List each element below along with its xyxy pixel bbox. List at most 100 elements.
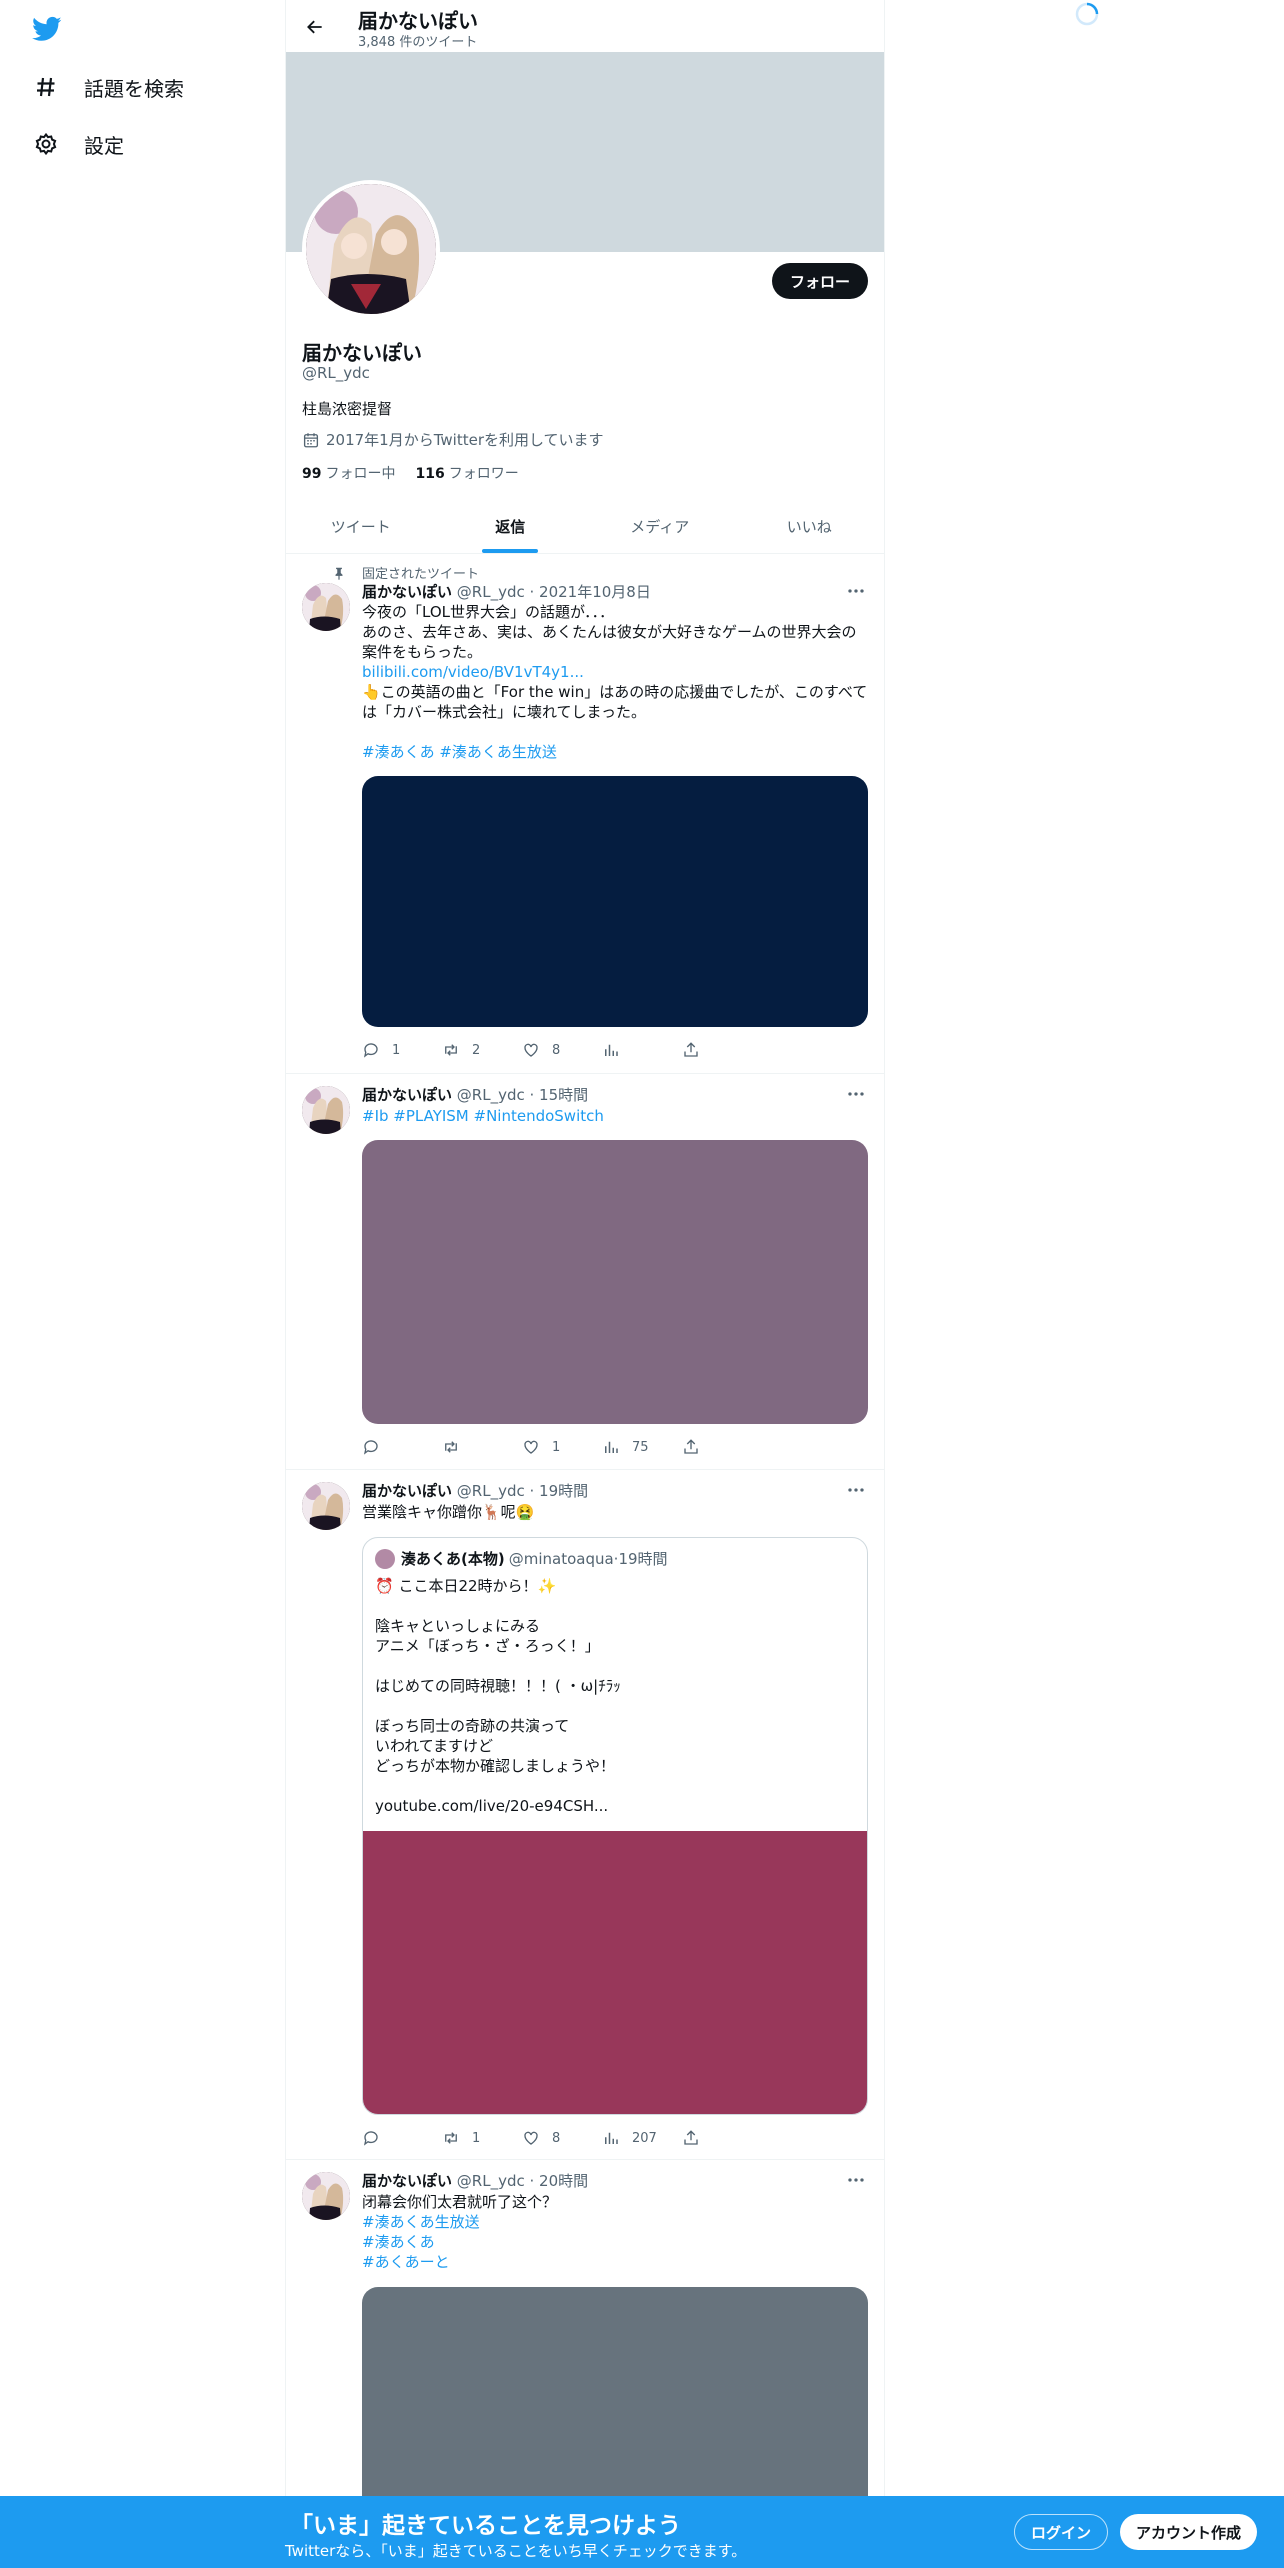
- calendar-icon: [302, 431, 320, 449]
- more-options-icon[interactable]: [844, 1084, 868, 1104]
- hashtag-link[interactable]: #湊あくあ: [362, 2232, 868, 2252]
- tab-likes[interactable]: いいね: [735, 500, 885, 553]
- tweet-actions: 1 8 207: [362, 2128, 802, 2148]
- sidebar-item-explore[interactable]: 話題を検索: [32, 67, 184, 107]
- header-tweet-count: 3,848 件のツイート: [358, 35, 478, 50]
- tweet-text: 闭幕会你们太君就听了这个？ #湊あくあ生放送 #湊あくあ #あくあーと: [362, 2192, 868, 2272]
- quoted-tweet-media[interactable]: [363, 1831, 867, 2114]
- tweet-actions: 1 2 8: [362, 1040, 802, 1060]
- tweet-actions: 1 75: [362, 1437, 802, 1457]
- quoted-tweet[interactable]: 湊あくあ(本物) @minatoaqua · 19時間 ⏰ ここ本日22時から！…: [362, 1537, 868, 2115]
- login-button[interactable]: ログイン: [1014, 2514, 1109, 2550]
- signup-banner: 「いま」起きていることを見つけよう Twitterなら、「いま」起きていることを…: [0, 2496, 1284, 2568]
- profile-stats: 99 フォロー中 116 フォロワー: [302, 463, 519, 483]
- tweet[interactable]: 届かないぽい @RL_ydc · 15時間 #Ib #PLAYISM #Nint…: [286, 1074, 884, 1470]
- analytics-icon: [605, 2132, 618, 2144]
- joined-text: 2017年1月からTwitterを利用しています: [326, 431, 604, 449]
- signup-button[interactable]: アカウント作成: [1120, 2514, 1258, 2550]
- hashtags[interactable]: #Ib #PLAYISM #NintendoSwitch: [362, 1106, 868, 1126]
- analytics-icon: [605, 1441, 618, 1453]
- tab-replies[interactable]: 返信: [436, 500, 586, 553]
- avatar[interactable]: [302, 1482, 350, 1530]
- loading-spinner-icon: [1074, 1, 1100, 27]
- sidebar-item-label: 話題を検索: [84, 76, 184, 101]
- retweet-button[interactable]: 2: [442, 1040, 522, 1060]
- avatar: [375, 1548, 395, 1569]
- left-sidebar: 話題を検索 設定: [0, 0, 285, 2500]
- more-options-icon[interactable]: [844, 2170, 868, 2190]
- tweet-media[interactable]: [362, 776, 868, 1027]
- followers-link[interactable]: 116 フォロワー: [415, 463, 518, 483]
- like-button[interactable]: 8: [522, 2128, 602, 2148]
- signup-banner-subtitle: Twitterなら、「いま」起きていることをいち早くチェックできます。: [285, 2542, 747, 2560]
- tweet-header: 届かないぽい @RL_ydc · 2021年10月8日: [362, 583, 651, 601]
- hashtag-link[interactable]: #湊あくあ生放送: [362, 2212, 868, 2232]
- tweet-pinned[interactable]: 固定されたツイート 届かないぽい @RL_ydc · 2021年10月8日 今夜…: [286, 555, 884, 1074]
- profile-joined: 2017年1月からTwitterを利用しています: [302, 429, 604, 450]
- heart-icon: [524, 1043, 538, 1057]
- more-options-icon[interactable]: [844, 581, 868, 601]
- tweet-header: 届かないぽい @RL_ydc · 20時間: [362, 2172, 589, 2190]
- share-icon: [684, 2130, 698, 2145]
- follow-button[interactable]: フォロー: [771, 263, 868, 299]
- tweet-media[interactable]: [362, 2287, 868, 2517]
- tweet-media[interactable]: [362, 1140, 868, 1424]
- retweet-icon: [445, 1044, 457, 1056]
- retweet-button[interactable]: [442, 1437, 522, 1457]
- share-icon: [684, 1042, 698, 1057]
- more-options-icon[interactable]: [844, 1480, 868, 1500]
- top-header: 届かないぽい 3,848 件のツイート: [286, 0, 884, 52]
- pinned-label: 固定されたツイート: [332, 563, 479, 582]
- avatar[interactable]: [302, 1086, 350, 1134]
- heart-icon: [524, 1440, 538, 1454]
- share-button[interactable]: [682, 2128, 762, 2148]
- reply-icon: [363, 2131, 378, 2146]
- signup-banner-title: 「いま」起きていることを見つけよう: [290, 2513, 681, 2539]
- profile-column: 届かないぽい 3,848 件のツイート フォロー 届かないぽい @RL_ydc …: [285, 0, 885, 2517]
- tweet-header: 届かないぽい @RL_ydc · 19時間: [362, 1482, 589, 1500]
- sidebar-item-settings[interactable]: 設定: [32, 124, 124, 164]
- reply-icon: [363, 1043, 378, 1058]
- hashtags[interactable]: #湊あくあ #湊あくあ生放送: [362, 742, 868, 762]
- tweet-text: 今夜の「LOL世界大会」の話題が．．． あのさ、去年さあ、実は、あくたんは彼女が…: [362, 603, 868, 762]
- views-button[interactable]: [602, 1040, 682, 1060]
- retweet-icon: [445, 1441, 457, 1453]
- tweet-text: 営業陰キャ你蹭你🦌呢🤮: [362, 1503, 535, 1521]
- hashtag-link[interactable]: #あくあーと: [362, 2252, 868, 2272]
- avatar[interactable]: [302, 2172, 350, 2220]
- share-button[interactable]: [682, 1040, 762, 1060]
- share-icon: [684, 1439, 698, 1454]
- hashtag-icon: [32, 73, 60, 101]
- analytics-icon: [605, 1044, 618, 1056]
- profile-handle: @RL_ydc: [302, 364, 370, 382]
- quoted-tweet-text: ⏰ ここ本日22時から！✨ 陰キャといっしょにみる アニメ「ぼっち・ざ・ろっく！…: [375, 1577, 621, 1815]
- following-link[interactable]: 99 フォロー中: [302, 463, 395, 483]
- views-button[interactable]: 207: [602, 2128, 682, 2148]
- views-button[interactable]: 75: [602, 1437, 682, 1457]
- heart-icon: [524, 2131, 538, 2145]
- like-button[interactable]: 8: [522, 1040, 602, 1060]
- quoted-tweet-header: 湊あくあ(本物) @minatoaqua · 19時間: [375, 1548, 668, 1569]
- tweet-link[interactable]: bilibili.com/video/BV1vT4y1...: [362, 662, 868, 682]
- reply-button[interactable]: [362, 2128, 442, 2148]
- tweet[interactable]: 届かないぽい @RL_ydc · 20時間 闭幕会你们太君就听了这个？ #湊あく…: [286, 2160, 884, 2517]
- share-button[interactable]: [682, 1437, 762, 1457]
- twitter-bird-icon[interactable]: [30, 14, 64, 44]
- retweet-button[interactable]: 1: [442, 2128, 522, 2148]
- tweet-header: 届かないぽい @RL_ydc · 15時間: [362, 1086, 589, 1104]
- tweet[interactable]: 届かないぽい @RL_ydc · 19時間 営業陰キャ你蹭你🦌呢🤮 湊あくあ(本…: [286, 1470, 884, 2160]
- reply-button[interactable]: 1: [362, 1040, 442, 1060]
- like-button[interactable]: 1: [522, 1437, 602, 1457]
- gear-icon: [32, 130, 60, 158]
- reply-icon: [363, 1440, 378, 1455]
- sidebar-item-label: 設定: [84, 133, 124, 158]
- profile-avatar[interactable]: [302, 180, 440, 318]
- tweet-text: #Ib #PLAYISM #NintendoSwitch: [362, 1106, 868, 1126]
- avatar[interactable]: [302, 583, 350, 631]
- back-arrow-icon[interactable]: [302, 14, 328, 40]
- tab-tweets[interactable]: ツイート: [286, 500, 436, 553]
- pin-icon: [335, 567, 343, 580]
- profile-tabs: ツイート 返信 メディア いいね: [286, 500, 884, 554]
- reply-button[interactable]: [362, 1437, 442, 1457]
- tab-media[interactable]: メディア: [585, 500, 735, 553]
